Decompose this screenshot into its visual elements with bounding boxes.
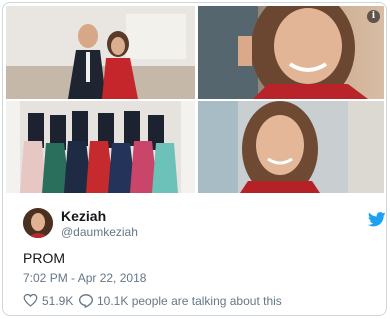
portrait-photo-art bbox=[198, 101, 384, 193]
tweet-author[interactable]: Keziah @daumkeziah bbox=[23, 208, 386, 240]
selfie-closeup[interactable] bbox=[198, 6, 384, 99]
author-name[interactable]: Keziah bbox=[61, 208, 106, 224]
media-grid[interactable]: i bbox=[3, 3, 386, 194]
portrait-photo[interactable] bbox=[198, 101, 384, 193]
info-icon[interactable]: i bbox=[367, 10, 380, 23]
couple-photo-art bbox=[6, 6, 195, 99]
tweet-text: PROM bbox=[23, 250, 65, 266]
avatar[interactable] bbox=[23, 208, 53, 238]
talking-about-link[interactable]: 10.1K people are talking about this bbox=[97, 294, 282, 308]
twitter-bird-icon[interactable] bbox=[368, 212, 386, 227]
tweet-actions: 51.9K 10.1K people are talking about thi… bbox=[23, 292, 373, 310]
heart-icon[interactable] bbox=[23, 293, 38, 307]
selfie-closeup-art bbox=[198, 6, 368, 99]
tweet-card[interactable]: i Keziah @daumkeziah PROM 7:02 PM - Apr … bbox=[2, 2, 387, 316]
group-photo-art bbox=[6, 101, 195, 193]
author-handle[interactable]: @daumkeziah bbox=[61, 225, 138, 239]
group-photo[interactable] bbox=[6, 101, 195, 193]
like-count[interactable]: 51.9K bbox=[42, 294, 73, 308]
tweet-timestamp[interactable]: 7:02 PM - Apr 22, 2018 bbox=[23, 271, 146, 285]
couple-photo[interactable] bbox=[6, 6, 195, 99]
reply-bubble-icon[interactable] bbox=[78, 293, 94, 308]
avatar-art bbox=[23, 208, 53, 238]
